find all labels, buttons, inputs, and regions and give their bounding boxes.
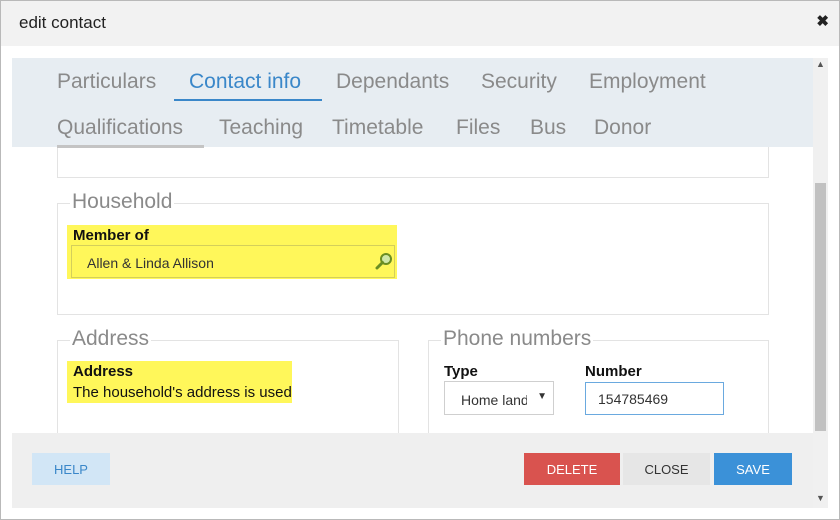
member-of-value: Allen & Linda Allison [87, 255, 214, 271]
phone-type-label: Type [444, 363, 478, 380]
search-icon[interactable] [375, 252, 393, 270]
tab-qualifications[interactable]: Qualifications [57, 116, 183, 140]
address-label: Address [73, 363, 134, 380]
edit-contact-dialog: edit contact ✖ Particulars Contact info … [0, 0, 840, 520]
tab-files[interactable]: Files [456, 116, 500, 140]
tab-particulars[interactable]: Particulars [57, 70, 156, 94]
phone-type-select[interactable]: Home landline ▼ [444, 381, 554, 415]
save-button[interactable]: SAVE [714, 453, 792, 485]
phone-number-input[interactable] [585, 382, 724, 415]
previous-panel [57, 147, 769, 178]
scrollbar-thumb[interactable] [815, 183, 826, 431]
phone-type-value: Home landline [461, 392, 527, 408]
chevron-down-icon: ▼ [537, 391, 547, 402]
scroll-up-arrow-icon[interactable]: ▲ [816, 59, 825, 69]
address-text: The household's address is used [73, 384, 292, 401]
dialog-titlebar: edit contact ✖ [1, 1, 839, 46]
phone-number-label: Number [585, 363, 642, 380]
close-button[interactable]: CLOSE [623, 453, 710, 485]
phone-legend: Phone numbers [441, 327, 594, 351]
tab-contact-info[interactable]: Contact info [189, 70, 301, 94]
help-button[interactable]: HELP [32, 453, 110, 485]
tab-timetable[interactable]: Timetable [332, 116, 423, 140]
tab-teaching[interactable]: Teaching [219, 116, 303, 140]
dialog-title: edit contact [19, 13, 106, 32]
tab-employment[interactable]: Employment [589, 70, 706, 94]
member-of-label: Member of [73, 227, 149, 244]
household-legend: Household [70, 190, 175, 214]
tab-bus[interactable]: Bus [530, 116, 566, 140]
close-icon[interactable]: ✖ [816, 12, 829, 30]
address-legend: Address [70, 327, 152, 351]
delete-button[interactable]: DELETE [524, 453, 620, 485]
tab-dependants[interactable]: Dependants [336, 70, 449, 94]
active-tab-indicator [174, 99, 322, 101]
hover-tab-indicator [57, 145, 204, 148]
tab-security[interactable]: Security [481, 70, 557, 94]
scroll-down-arrow-icon[interactable]: ▼ [816, 493, 825, 503]
tab-donor[interactable]: Donor [594, 116, 651, 140]
